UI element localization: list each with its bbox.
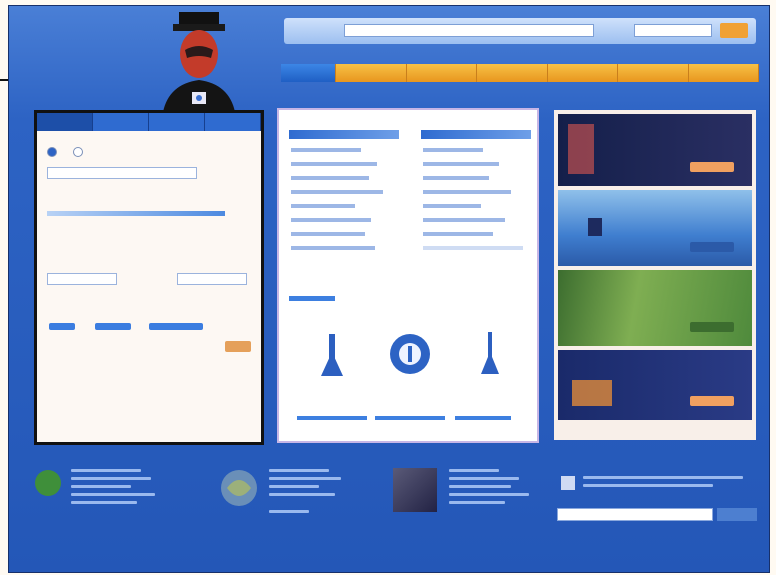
photo-thumbnail[interactable]	[393, 468, 437, 512]
promo-banner-3[interactable]	[558, 270, 752, 346]
globe-icon[interactable]	[387, 332, 433, 376]
promo-1-button[interactable]	[690, 162, 734, 172]
trip-type-options	[47, 147, 91, 157]
nav-tab-2[interactable]	[336, 64, 407, 82]
globe-footer-icon	[221, 470, 257, 506]
depart-date-field[interactable]	[47, 273, 117, 285]
link-11[interactable]	[423, 176, 489, 180]
link-2[interactable]	[291, 162, 377, 166]
caption-2-underline	[375, 416, 445, 420]
booking-widget	[34, 110, 264, 445]
search-button[interactable]	[720, 23, 748, 38]
booking-tab-4[interactable]	[205, 113, 261, 131]
browser-page	[8, 5, 770, 573]
search-flights-button[interactable]	[225, 341, 251, 352]
link-6[interactable]	[291, 218, 371, 222]
link-9[interactable]	[423, 148, 483, 152]
search-scope-select[interactable]	[634, 24, 712, 37]
promo-column	[554, 110, 756, 440]
link-15[interactable]	[423, 232, 493, 236]
divider-bar	[47, 211, 225, 216]
passenger-label-3	[149, 323, 203, 330]
passenger-label-1	[49, 323, 75, 330]
link-7[interactable]	[291, 232, 365, 236]
footer-links-1[interactable]	[71, 464, 161, 509]
return-date-field[interactable]	[177, 273, 247, 285]
nav-tab-7[interactable]	[688, 64, 759, 82]
booking-tab-1[interactable]	[37, 113, 93, 131]
nav-tab-6[interactable]	[618, 64, 689, 82]
passenger-label-2	[95, 323, 131, 330]
origin-field[interactable]	[47, 167, 197, 179]
promo-3-button[interactable]	[690, 322, 734, 332]
trip-option-a-radio[interactable]	[47, 147, 57, 157]
section-heading	[289, 296, 335, 301]
promo-banner-1[interactable]	[558, 114, 752, 186]
mascot-icon	[163, 12, 235, 112]
quick-links-panel	[277, 108, 539, 443]
nav-tab-home[interactable]	[281, 64, 336, 82]
booking-tabs	[37, 113, 261, 131]
footer-links-2[interactable]	[269, 464, 349, 518]
search-bar	[284, 18, 756, 44]
nav-tab-4[interactable]	[477, 64, 548, 82]
caption-1-underline	[297, 416, 367, 420]
link-10[interactable]	[423, 162, 499, 166]
link-13[interactable]	[423, 204, 481, 208]
link-1[interactable]	[291, 148, 361, 152]
link-14[interactable]	[423, 218, 505, 222]
newsletter-text	[583, 464, 753, 492]
link-4[interactable]	[291, 190, 383, 194]
footer-links-3[interactable]	[449, 464, 539, 509]
nav-tab-5[interactable]	[547, 64, 618, 82]
link-5[interactable]	[291, 204, 355, 208]
map-icon	[588, 218, 602, 236]
links-column-1-heading	[289, 130, 399, 139]
pin-icon[interactable]	[319, 334, 345, 376]
flag-icon[interactable]	[477, 332, 503, 374]
promo-banner-4[interactable]	[558, 350, 752, 420]
caption-3-underline	[455, 416, 511, 420]
promo-4-button[interactable]	[690, 396, 734, 406]
leaf-icon	[35, 470, 61, 496]
mail-icon	[572, 380, 612, 406]
main-nav	[281, 64, 759, 82]
links-column-2-heading	[421, 130, 531, 139]
promo-banner-2[interactable]	[558, 190, 752, 266]
link-16[interactable]	[423, 246, 523, 250]
booking-tab-3[interactable]	[149, 113, 205, 131]
promo-2-button[interactable]	[690, 242, 734, 252]
phone-icon	[568, 124, 594, 174]
nav-tab-3[interactable]	[406, 64, 477, 82]
newsletter-email-input[interactable]	[557, 508, 713, 521]
search-input[interactable]	[344, 24, 594, 37]
trip-option-b-radio[interactable]	[73, 147, 83, 157]
link-12[interactable]	[423, 190, 511, 194]
booking-tab-2[interactable]	[93, 113, 149, 131]
link-3[interactable]	[291, 176, 369, 180]
newsletter-icon	[561, 476, 575, 490]
link-8[interactable]	[291, 246, 375, 250]
newsletter-submit-button[interactable]	[717, 508, 757, 521]
